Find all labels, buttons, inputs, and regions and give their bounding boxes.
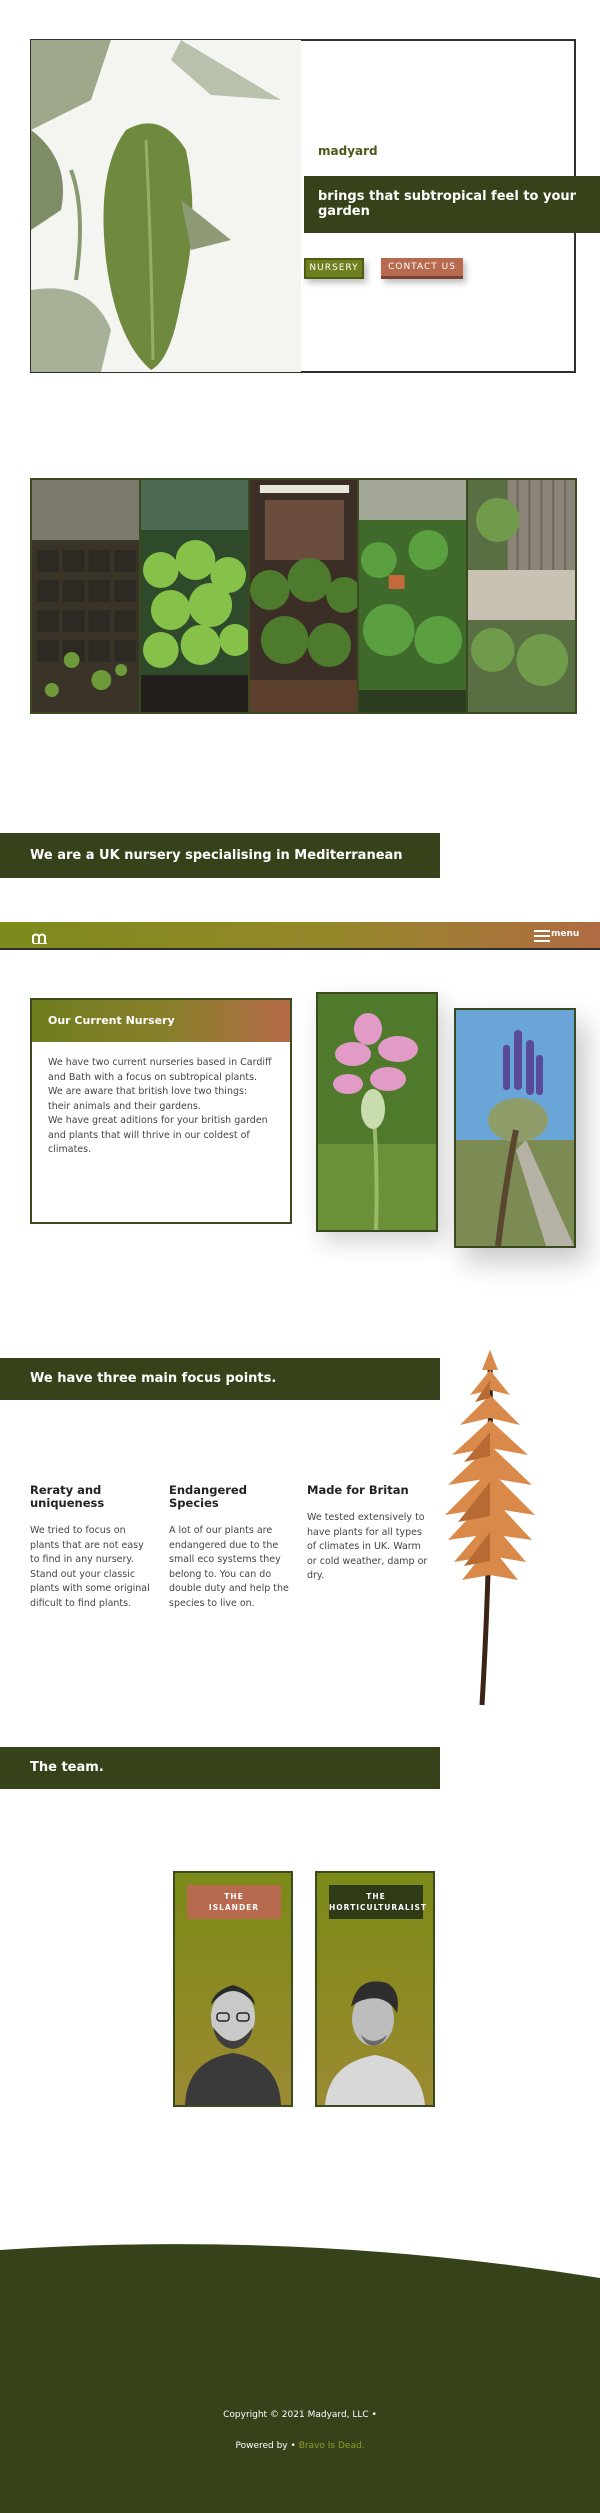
focus-point-text: A lot of our plants are endangered due t… [169, 1525, 289, 1609]
echium-tree-photo [454, 1008, 576, 1248]
focus-point-title: Made for Britan [307, 1483, 409, 1497]
gallery-photo-trays [32, 480, 139, 712]
team-role-line: ISLANDER [208, 1903, 260, 1912]
bravo-is-dead-link[interactable]: Bravo Is Dead. [299, 2441, 365, 2451]
acanthus-plant-image [430, 1340, 546, 1710]
team-banner: The team. [0, 1747, 440, 1789]
focus-point-text: We tried to focus on plants that are not… [30, 1525, 144, 1565]
nursery-gallery [30, 478, 577, 714]
nursery-button[interactable]: NURSERY [304, 258, 364, 279]
contact-us-button[interactable]: CONTACT US [381, 258, 463, 279]
hero-tagline: brings that subtropical feel to your gar… [304, 176, 600, 233]
nursery-card-text: We have two current nurseries based in C… [48, 1056, 272, 1158]
focus-point-rarity: Reraty and uniqueness We tried to focus … [30, 1484, 152, 1611]
logo-icon[interactable] [32, 929, 48, 944]
gallery-photo-greenhouse [250, 480, 357, 712]
team-role-label: THE HORTICULTURALIST [329, 1885, 428, 1919]
focus-point-text: We tested extensively to have plants for… [307, 1512, 428, 1581]
brand-name: madyard [318, 144, 378, 158]
focus-point-title: Reraty and uniqueness [30, 1483, 105, 1510]
focus-point-title: Endangered Species [169, 1483, 247, 1510]
about-banner: We are a UK nursery specialising in Medi… [0, 833, 440, 908]
gallery-photo-yard [468, 480, 575, 712]
focus-point-britain: Made for Britan We tested extensively to… [307, 1484, 429, 1584]
team-role-label: THE ISLANDER [187, 1885, 281, 1919]
menu-label[interactable]: menu [551, 929, 579, 939]
hero-leaf-image [31, 40, 301, 372]
hamburger-menu-icon[interactable] [534, 928, 550, 942]
team-member-horticulturalist[interactable]: THE HORTICULTURALIST [315, 1871, 435, 2107]
gallery-photo-garden [359, 480, 466, 712]
footer-copyright: Copyright © 2021 Madyard, LLC • [223, 2410, 377, 2420]
team-role-line: HORTICULTURALIST [329, 1903, 428, 1912]
nursery-paragraph-1: We have two current nurseries based in C… [48, 1057, 272, 1083]
footer-powered-by: Powered by • Bravo Is Dead. [0, 2441, 600, 2451]
team-member-islander[interactable]: THE ISLANDER [173, 1871, 293, 2107]
nursery-card-title: Our Current Nursery [32, 1000, 290, 1042]
team-role-line: THE [366, 1892, 386, 1901]
gallery-photo-seedlings [141, 480, 248, 712]
focus-point-text: Stand out your classic plants with some … [30, 1568, 150, 1609]
team-role-line: THE [224, 1892, 244, 1901]
pink-flower-photo [316, 992, 438, 1232]
footer-background [0, 2244, 600, 2513]
team-portrait-islander [185, 1985, 281, 2105]
focus-banner: We have three main focus points. [0, 1358, 440, 1400]
team-portrait-horticulturalist [325, 1981, 425, 2105]
focus-point-endangered: Endangered Species A lot of our plants a… [169, 1484, 291, 1611]
nursery-paragraph-2: We are aware that british love two thing… [48, 1086, 248, 1112]
powered-by-text: Powered by • [235, 2441, 296, 2451]
navigation-bar [0, 922, 600, 950]
nursery-paragraph-3: We have great aditions for your british … [48, 1115, 268, 1155]
